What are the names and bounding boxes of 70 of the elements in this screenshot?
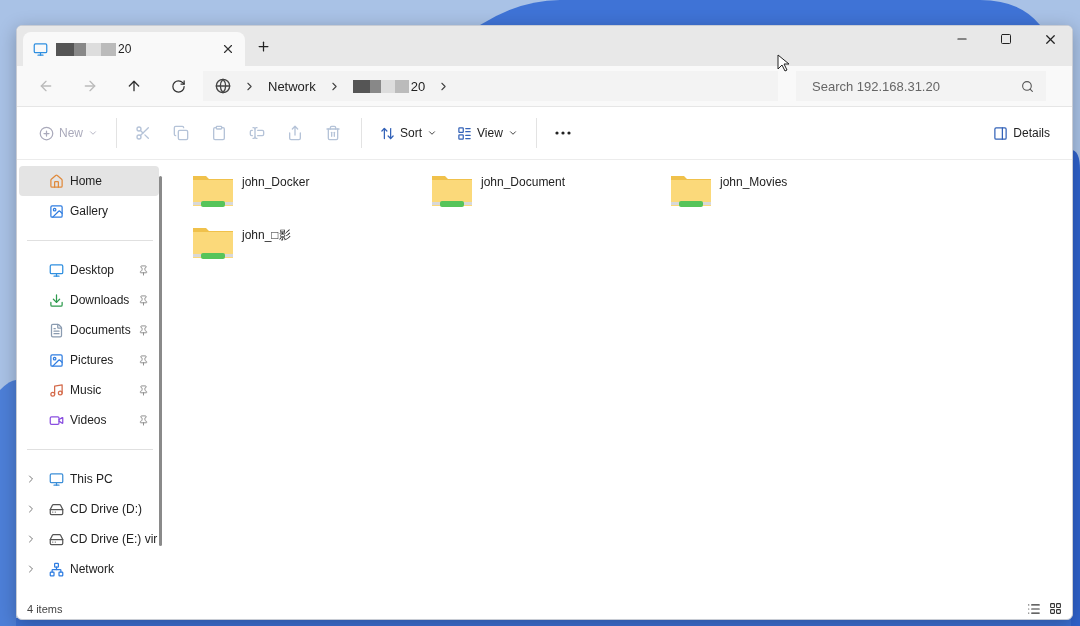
- sidebar-item[interactable]: Documents: [19, 315, 159, 345]
- details-pane-icon: [993, 125, 1009, 141]
- sort-icon: [380, 125, 395, 141]
- network-icon: [49, 561, 64, 577]
- rename-icon: [249, 125, 265, 141]
- folder-name[interactable]: john_Docker: [242, 175, 310, 189]
- pin-icon[interactable]: [138, 324, 149, 336]
- breadcrumb[interactable]: Network: [268, 78, 316, 94]
- desktop-icon: [49, 262, 64, 278]
- menu-button[interactable]: View: [449, 117, 526, 149]
- up-icon: [126, 78, 142, 94]
- document-icon: [49, 322, 64, 338]
- plus-icon: [255, 38, 271, 54]
- delete-icon: [325, 125, 341, 141]
- menu-button[interactable]: Sort: [372, 117, 446, 149]
- globe-icon: [215, 78, 231, 94]
- folder-name[interactable]: john_Document: [481, 175, 566, 189]
- folder-name[interactable]: john_□影: [242, 227, 291, 244]
- copy-icon: [173, 125, 189, 141]
- gallery-icon: [49, 203, 64, 219]
- drive-icon: [49, 531, 64, 547]
- refresh-icon: [170, 78, 186, 94]
- sidebar-item[interactable]: Videos: [19, 405, 159, 435]
- scrollbar[interactable]: [159, 176, 162, 546]
- back-icon: [38, 78, 54, 94]
- cut-icon: [135, 125, 151, 141]
- sidebar-item[interactable]: CD Drive (E:) vir: [19, 524, 159, 554]
- paste-icon: [211, 125, 227, 141]
- sidebar-item[interactable]: This PC: [19, 464, 159, 494]
- pin-icon[interactable]: [138, 414, 149, 426]
- pin-icon[interactable]: [138, 264, 149, 276]
- tab-title: 20: [118, 42, 132, 56]
- caret-icon: [427, 128, 438, 138]
- more-icon: [554, 131, 571, 135]
- sidebar-item[interactable]: Music: [19, 375, 159, 405]
- monitor-icon: [33, 41, 48, 57]
- forward-icon: [82, 78, 98, 94]
- pin-icon[interactable]: [138, 354, 149, 366]
- download-icon: [49, 292, 64, 308]
- pin-icon[interactable]: [138, 294, 149, 306]
- breadcrumb[interactable]: 20: [410, 78, 426, 94]
- music-icon: [49, 382, 64, 398]
- sidebar-item[interactable]: Gallery: [19, 196, 159, 226]
- share-icon: [287, 125, 303, 141]
- search-icon: [1021, 79, 1034, 93]
- sidebar-item[interactable]: Network: [19, 554, 159, 584]
- pin-icon[interactable]: [138, 384, 149, 396]
- pictures-icon: [49, 352, 64, 368]
- drive-icon: [49, 501, 64, 517]
- search-field[interactable]: Search 192.168.31.20: [796, 71, 1046, 101]
- view-icon: [457, 125, 473, 141]
- tab[interactable]: 20: [23, 32, 245, 66]
- sidebar-item[interactable]: CD Drive (D:): [19, 494, 159, 524]
- maximize-icon: [1000, 33, 1012, 45]
- caret-icon: [507, 128, 518, 138]
- details-view-icon[interactable]: [1027, 602, 1041, 616]
- sidebar-item[interactable]: Desktop: [19, 255, 159, 285]
- home-icon: [49, 173, 64, 189]
- sidebar-item[interactable]: Home: [19, 166, 159, 196]
- monitor-icon: [49, 471, 64, 487]
- plus-icon: [39, 125, 54, 141]
- tiles-view-icon[interactable]: [1049, 602, 1062, 615]
- address-bar[interactable]: Network 20: [203, 71, 778, 101]
- sidebar-item[interactable]: Pictures: [19, 345, 159, 375]
- close-icon[interactable]: [221, 42, 235, 56]
- details-button[interactable]: Details: [985, 117, 1058, 149]
- item-count: 4 items: [27, 603, 63, 615]
- caret-icon: [88, 128, 98, 138]
- sidebar-item[interactable]: Downloads: [19, 285, 159, 315]
- folder-name[interactable]: john_Movies: [720, 175, 788, 189]
